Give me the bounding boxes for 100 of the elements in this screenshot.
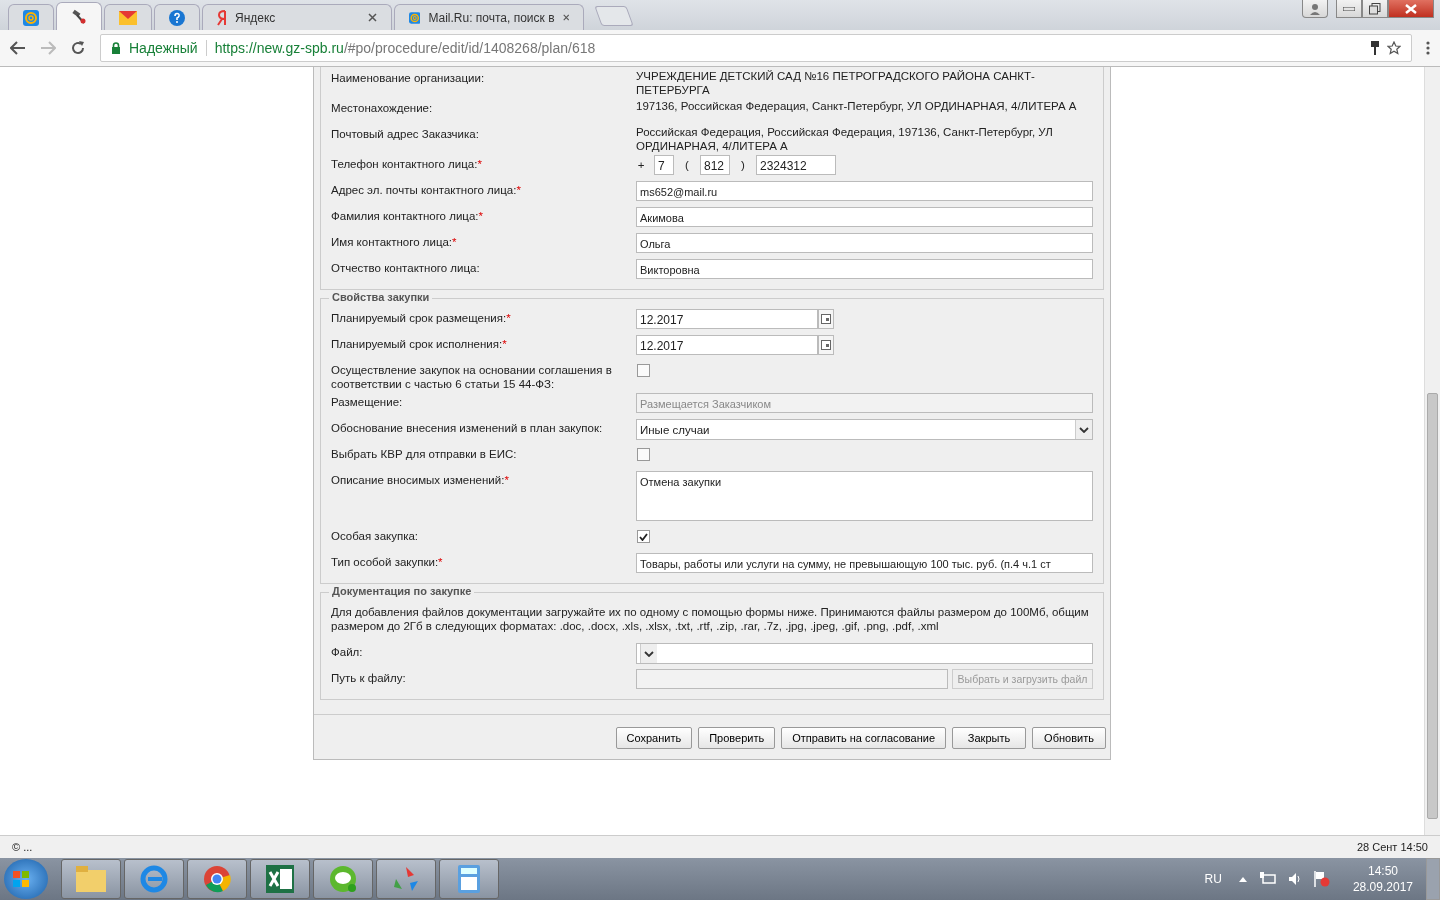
status-text: © ... — [12, 841, 33, 853]
chat-bubble-icon — [329, 865, 357, 893]
text-field[interactable]: Ольга — [636, 233, 1093, 253]
form-button[interactable]: Отправить на согласование — [781, 727, 946, 749]
field-label: Обоснование внесения изменений в план закупок: — [331, 421, 604, 435]
form-button[interactable]: Обновить — [1032, 727, 1106, 749]
taskbar-app[interactable] — [250, 859, 310, 899]
form-button[interactable]: Сохранить — [615, 727, 693, 749]
close-icon — [1405, 3, 1417, 14]
restore-icon — [1369, 2, 1381, 15]
field-label: Выбрать КВР для отправки в ЕИС: — [331, 447, 518, 461]
flag-error-icon[interactable] — [1313, 871, 1330, 887]
text-field[interactable]: Акимова — [636, 207, 1093, 227]
scrollbar[interactable] — [1424, 67, 1440, 835]
field-label: Тип особой закупки:* — [331, 555, 444, 569]
text-field[interactable]: Викторовна — [636, 259, 1093, 279]
phone-number-field[interactable]: 2324312 — [756, 155, 836, 175]
taskbar-app[interactable] — [313, 859, 373, 899]
field-label: Планируемый срок исполнения:* — [331, 337, 508, 351]
taskbar-app[interactable] — [439, 859, 499, 899]
chevron-down-icon — [644, 650, 654, 657]
help-icon — [169, 9, 185, 26]
text-field[interactable]: ms652@mail.ru — [636, 181, 1093, 201]
dropdown[interactable]: Иные случаи — [636, 419, 1093, 440]
taskbar-app[interactable] — [187, 859, 247, 899]
star-icon[interactable] — [1387, 41, 1401, 55]
calculator-icon — [458, 865, 480, 893]
area-code-field[interactable]: 812 — [700, 155, 730, 175]
taskbar-app[interactable] — [124, 859, 184, 899]
checkbox[interactable] — [637, 530, 650, 543]
reload-icon[interactable] — [70, 40, 86, 56]
spreadsheet-icon — [266, 865, 294, 893]
status-time: 28 Сент 14:50 — [1356, 841, 1428, 853]
close-icon[interactable] — [368, 13, 377, 22]
network-icon[interactable] — [1259, 872, 1276, 886]
field-label: Телефон контактного лица:* — [331, 157, 483, 171]
text-area[interactable]: Отмена закупки — [636, 471, 1093, 521]
close-paren: ) — [740, 159, 746, 171]
menu-icon[interactable] — [1426, 41, 1430, 55]
calendar-button[interactable] — [818, 335, 834, 355]
folder-icon — [76, 866, 106, 892]
country-code-field[interactable]: 7 — [654, 155, 674, 175]
letter-logo-icon — [217, 9, 227, 26]
clock[interactable]: 14:50 28.09.2017 — [1352, 864, 1413, 894]
browser-tab[interactable] — [104, 4, 152, 30]
person-icon — [1309, 2, 1321, 15]
lock-icon — [111, 42, 121, 54]
at-sign-icon — [23, 9, 39, 26]
field-label: Описание вносимых изменений:* — [331, 473, 510, 487]
envelope-icon — [119, 10, 137, 25]
language-indicator[interactable]: RU — [1204, 872, 1222, 886]
back-icon[interactable] — [10, 41, 26, 55]
close-icon[interactable] — [562, 13, 569, 22]
browser-e-icon — [140, 865, 168, 893]
browser-tab[interactable] — [56, 2, 102, 30]
browser-tab[interactable] — [154, 4, 200, 30]
browser-tab[interactable]: Mail.Ru: почта, поиск в — [394, 4, 584, 30]
date-field[interactable]: 12.2017 — [636, 335, 818, 355]
field-value: 197136, Российская Федерация, Санкт-Петербург, УЛ ОРДИНАРНАЯ, 4/ЛИТЕРА А — [636, 99, 1077, 113]
checkbox[interactable] — [637, 448, 650, 461]
field-label: Планируемый срок размещения:* — [331, 311, 512, 325]
upload-note: Для добавления файлов документации загружайте их по одному с помощью формы ниже. Принимаются файлы размером до 100Мб, общим размером до 2Гб в следующих форматах: .doc, .docx, .xls, .xlsx, .txt, .rtf, .zip, .rar, .7z, .jpg, .jpeg, .gif, .png, .pdf, .xml — [331, 605, 1090, 633]
scroll-thumb[interactable] — [1427, 393, 1438, 819]
field-label: Особая закупка: — [331, 529, 420, 543]
field-label: Адрес эл. почты контактного лица:* — [331, 183, 522, 197]
field-label: Наименование организации: — [331, 71, 486, 85]
open-paren: ( — [684, 159, 690, 171]
taskbar-app[interactable] — [376, 859, 436, 899]
close-button[interactable] — [1388, 0, 1434, 18]
plus-sign: + — [636, 159, 646, 171]
calendar-button[interactable] — [818, 309, 834, 329]
key-icon[interactable] — [1371, 41, 1379, 55]
field-value: УЧРЕЖДЕНИЕ ДЕТСКИЙ САД №16 ПЕТРОГРАДСКОГО РАЙОНА САНКТ-ПЕТЕРБУРГА — [636, 69, 1036, 97]
field-label: Местонахождение: — [331, 101, 434, 115]
text-field[interactable]: Товары, работы или услуги на сумму, не превышающую 100 тыс. руб. (п.4 ч.1 ст — [636, 553, 1093, 573]
field-label: Путь к файлу: — [331, 671, 407, 685]
field-label: Размещение: — [331, 395, 404, 409]
field-label: Почтовый адрес Заказчика: — [331, 127, 480, 141]
speaker-icon[interactable] — [1288, 873, 1301, 885]
tab-title: Mail.Ru: почта, поиск в — [428, 10, 555, 25]
dropdown-value: Иные случаи — [640, 423, 710, 436]
round-logo-icon — [203, 865, 231, 893]
calendar-icon — [821, 340, 831, 350]
taskbar-app[interactable] — [61, 859, 121, 899]
field-label: Отчество контактного лица: — [331, 261, 481, 275]
field-label: Файл: — [331, 645, 364, 659]
user-button[interactable] — [1302, 0, 1328, 18]
up-arrow-icon[interactable] — [1238, 876, 1247, 882]
checkbox[interactable] — [637, 364, 650, 377]
browser-tab[interactable] — [8, 4, 54, 30]
restore-button[interactable] — [1362, 0, 1388, 18]
form-button[interactable]: Закрыть — [952, 727, 1026, 749]
readonly-field: Размещается Заказчиком — [636, 393, 1093, 413]
form-button[interactable]: Проверить — [698, 727, 776, 749]
start-button[interactable] — [4, 859, 48, 899]
date-field[interactable]: 12.2017 — [636, 309, 818, 329]
field-label: Фамилия контактного лица:* — [331, 209, 484, 223]
address-bar[interactable]: Надежный https://new.gz-spb.ru/#po/procedure/edit/id/1408268/plan/618 — [100, 34, 1412, 62]
browser-tab[interactable]: Яндекс — [202, 4, 392, 30]
minimize-icon — [1343, 6, 1355, 11]
